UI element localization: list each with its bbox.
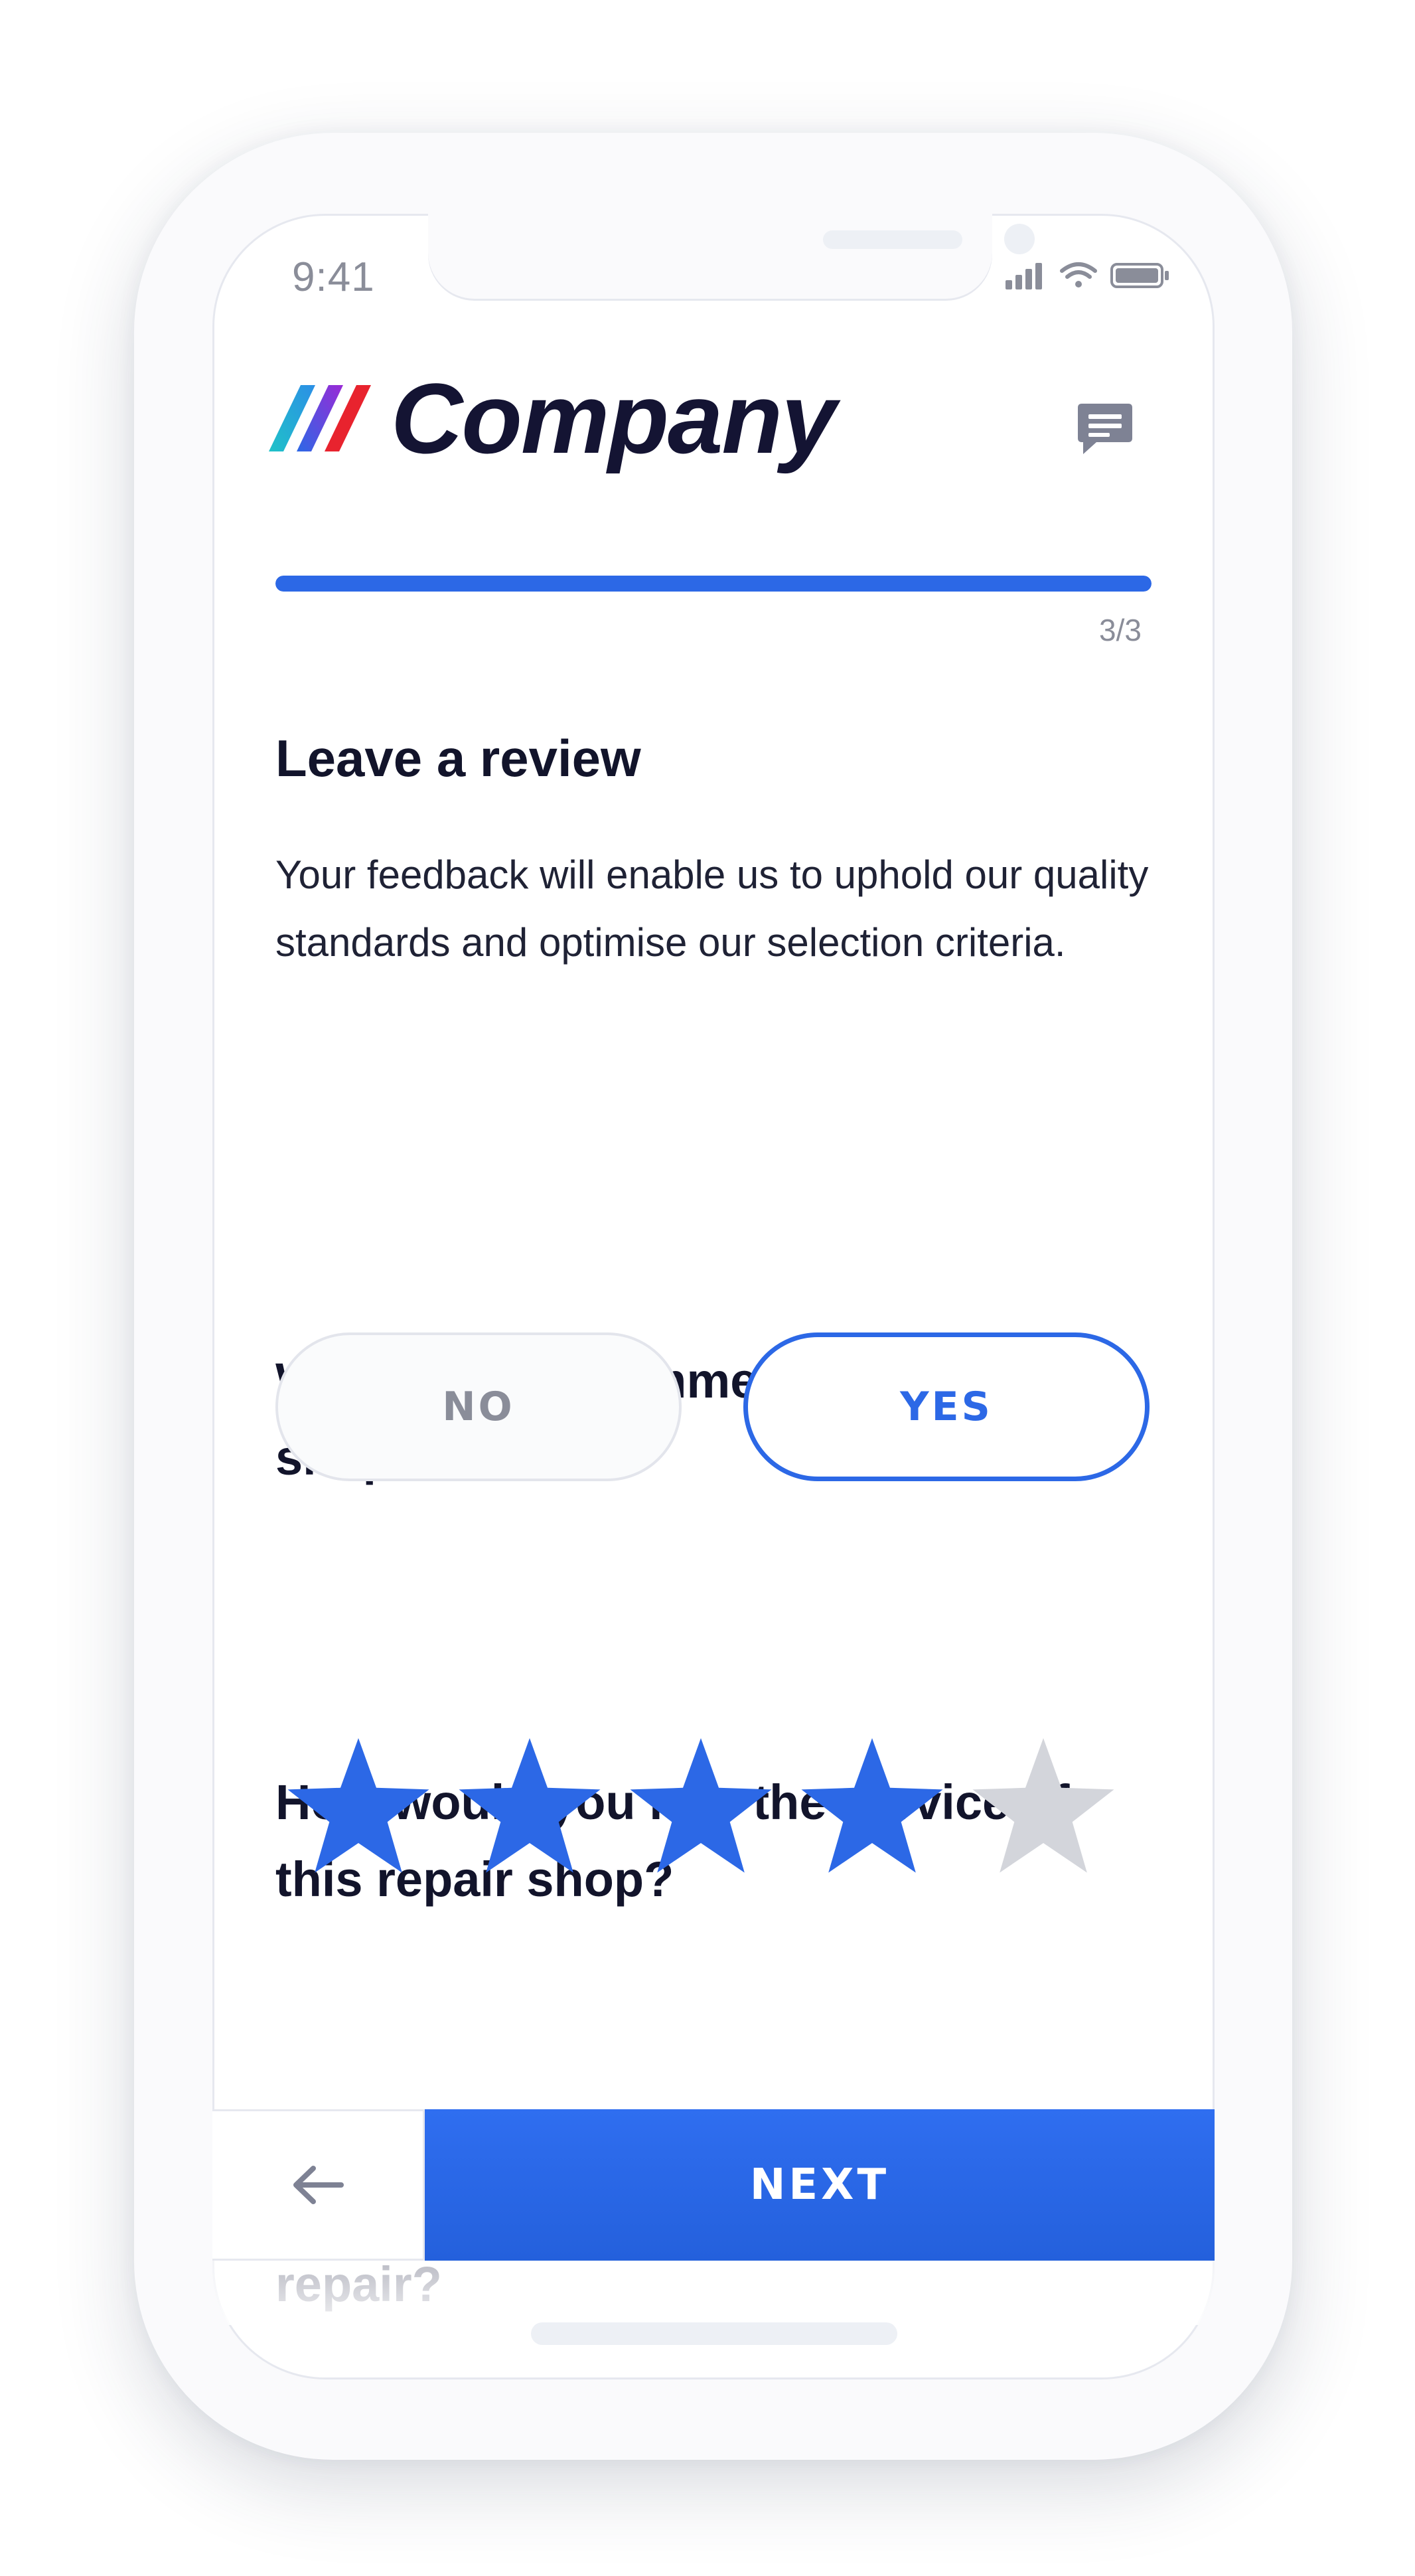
star-icon-4[interactable] (796, 1734, 948, 1887)
signal-icon (1005, 263, 1042, 289)
star-icon-1[interactable] (282, 1734, 435, 1887)
star-icon-5[interactable] (967, 1734, 1120, 1887)
wifi-icon (1060, 262, 1097, 287)
yes-button[interactable]: YES (743, 1332, 1150, 1481)
bottom-action-bar: NEXT (212, 2109, 1215, 2261)
star-icon-3[interactable] (625, 1734, 777, 1887)
company-logo[interactable]: Company (269, 368, 836, 468)
notch (428, 214, 1035, 299)
page-title: Leave a review (275, 729, 641, 787)
home-indicator (531, 2322, 897, 2345)
arrow-left-icon (293, 2166, 344, 2204)
battery-icon (1110, 263, 1169, 288)
front-camera (1004, 224, 1035, 254)
chat-icon[interactable] (1075, 400, 1135, 459)
progress-fill (275, 576, 1152, 592)
speaker-grille (823, 230, 962, 249)
next-button[interactable]: NEXT (425, 2109, 1215, 2261)
logo-text: Company (391, 362, 836, 474)
star-icon-2[interactable] (453, 1734, 606, 1887)
page-description: Your feedback will enable us to uphold o… (275, 852, 1149, 965)
service-rating-stars[interactable] (282, 1734, 1145, 1893)
back-button[interactable] (212, 2111, 425, 2259)
status-icons (1005, 262, 1169, 289)
no-button[interactable]: NO (275, 1332, 682, 1481)
phone-screen: 9:41 Company 3/3 Leave a review Your fee… (212, 214, 1215, 2379)
status-time: 9:41 (292, 254, 375, 300)
logo-stripes-icon (269, 385, 371, 451)
progress-bar (275, 576, 1152, 592)
progress-label: 3/3 (1099, 613, 1142, 647)
